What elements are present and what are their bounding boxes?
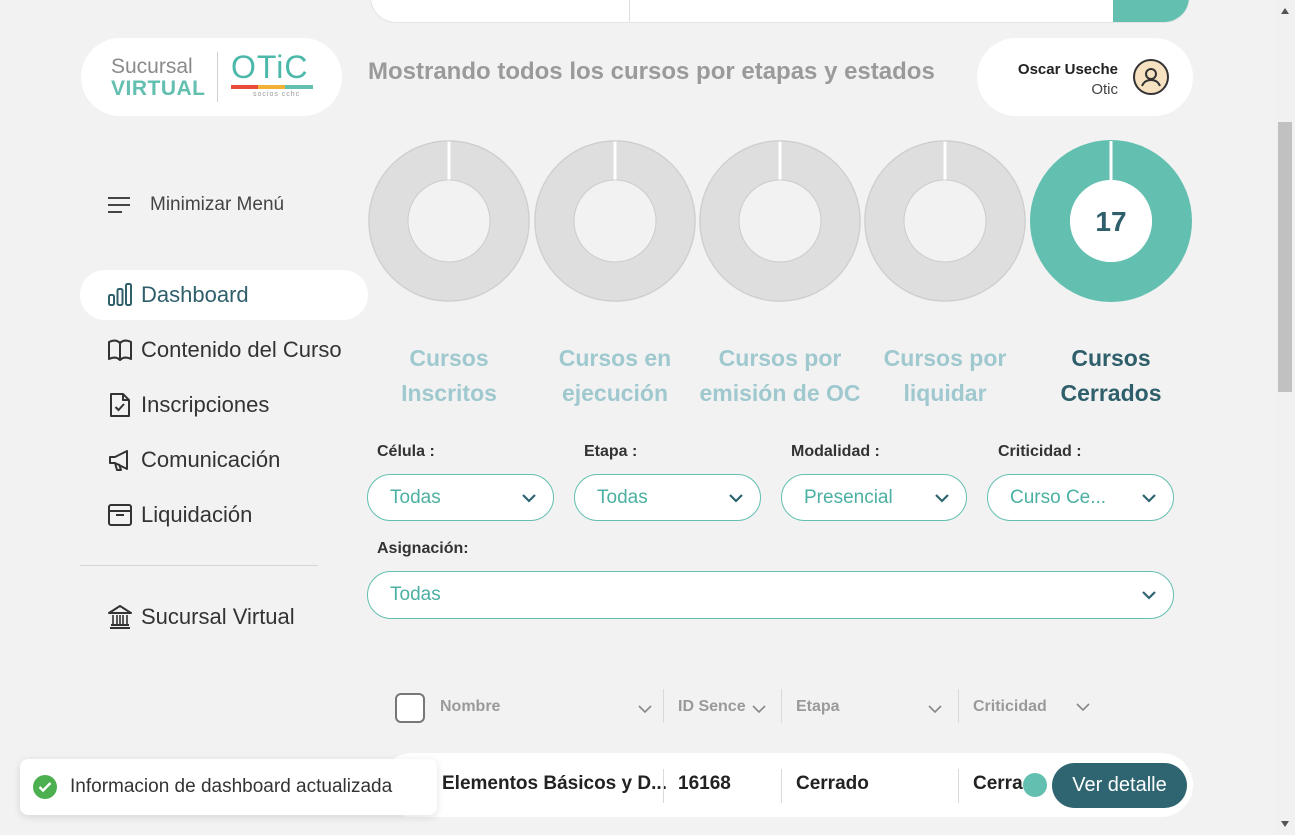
sidebar-divider (80, 565, 318, 566)
chevron-down-icon (522, 494, 536, 503)
logo-virtual-text: VIRTUAL (111, 77, 206, 100)
bank-icon (108, 605, 132, 629)
donut-cursos-por-emision-oc[interactable] (699, 140, 861, 302)
filter-label-criticidad: Criticidad : (998, 443, 1082, 460)
scroll-up-arrow-icon[interactable] (1281, 8, 1289, 14)
sidebar-item-contenido-del-curso[interactable]: Contenido del Curso (80, 325, 368, 375)
file-check-icon (110, 393, 130, 417)
sidebar-item-label: Sucursal Virtual (141, 604, 295, 629)
column-divider (781, 689, 782, 723)
logo-divider (217, 52, 218, 102)
logo-tagline: socios cchc (253, 91, 301, 98)
cell-divider (781, 769, 782, 803)
chevron-down-icon (1142, 494, 1156, 503)
sidebar-item-label: Dashboard (141, 282, 249, 307)
minimize-menu-label: Minimizar Menú (150, 194, 285, 215)
asignacion-select-value: Todas (390, 584, 441, 605)
cell-divider (663, 769, 664, 803)
sidebar-item-label: Comunicación (141, 447, 281, 472)
filter-label-asignacion: Asignación: (377, 540, 469, 557)
check-circle-icon (33, 775, 57, 799)
logo-otic-text: OTiC (231, 49, 309, 85)
sidebar-item-liquidacion[interactable]: Liquidación (80, 490, 368, 540)
column-divider (958, 689, 959, 723)
column-divider (663, 689, 664, 723)
sidebar-item-dashboard[interactable]: Dashboard (80, 270, 368, 320)
etapa-select[interactable]: Todas (574, 474, 761, 521)
cell-etapa: Cerrado (796, 773, 869, 794)
column-header-id-sence[interactable]: ID Sence (678, 698, 746, 720)
criticidad-select[interactable]: Curso Ce... (987, 474, 1174, 521)
stage-label-cerrados[interactable]: Cursos Cerrados (1011, 341, 1211, 411)
sidebar-item-inscripciones[interactable]: Inscripciones (80, 380, 368, 430)
sidebar-item-label: Inscripciones (141, 392, 270, 417)
filter-label-modalidad: Modalidad : (791, 443, 880, 460)
brand-logo[interactable]: Sucursal VIRTUAL OTiC socios cchc (81, 38, 342, 116)
hamburger-menu-icon (108, 197, 130, 213)
scroll-down-arrow-icon[interactable] (1281, 821, 1289, 827)
etapa-select-value: Todas (597, 486, 648, 508)
search-bar-divider (629, 0, 630, 22)
donut-cursos-en-ejecucion[interactable] (534, 140, 696, 302)
modalidad-select[interactable]: Presencial (781, 474, 967, 521)
sidebar-item-sucursal-virtual[interactable]: Sucursal Virtual (80, 592, 368, 642)
celula-select[interactable]: Todas (367, 474, 554, 521)
toast-notification: Informacion de dashboard actualizada (20, 759, 437, 815)
criticidad-select-value: Curso Ce... (1010, 486, 1107, 508)
donut-count: 17 (1095, 206, 1126, 237)
sort-chevron-icon[interactable] (751, 703, 767, 715)
chevron-down-icon (935, 494, 949, 503)
sort-chevron-icon[interactable] (1075, 701, 1091, 713)
cell-divider (958, 769, 959, 803)
donut-cursos-inscritos[interactable] (368, 140, 530, 302)
donut-cursos-por-liquidar[interactable] (864, 140, 1026, 302)
stage-label-line: Cerrados (1060, 380, 1162, 406)
user-avatar-icon[interactable] (1133, 59, 1169, 95)
page-title: Mostrando todos los cursos por etapas y … (368, 58, 935, 85)
scrollbar[interactable] (1275, 0, 1295, 835)
cell-nombre: Elementos Básicos y D... (442, 773, 667, 794)
filter-label-celula: Célula : (377, 443, 435, 460)
column-header-etapa[interactable]: Etapa (796, 698, 840, 720)
logo-sucursal-text: Sucursal (111, 55, 193, 78)
sort-chevron-icon[interactable] (637, 703, 653, 715)
user-profile-card[interactable]: Oscar Useche Otic (977, 38, 1193, 116)
megaphone-icon (109, 450, 128, 471)
cell-criticidad: Cerra (973, 773, 1023, 794)
scrollbar-thumb[interactable] (1278, 122, 1292, 392)
minimize-menu-button[interactable]: Minimizar Menú (107, 192, 284, 218)
user-name: Oscar Useche (1017, 61, 1118, 78)
sort-chevron-icon[interactable] (927, 703, 943, 715)
stage-label-line: Cursos (1071, 345, 1151, 371)
logo-color-bar (231, 85, 313, 89)
bar-chart-icon (108, 283, 132, 306)
donut-cursos-cerrados[interactable]: 17 (1030, 140, 1192, 302)
chevron-down-icon (729, 494, 743, 503)
book-icon (108, 339, 132, 361)
top-search-bar (370, 0, 1190, 23)
filter-label-etapa: Etapa : (584, 443, 638, 460)
column-header-nombre[interactable]: Nombre (440, 698, 500, 720)
toast-message: Informacion de dashboard actualizada (70, 776, 393, 797)
ver-detalle-button[interactable]: Ver detalle (1052, 763, 1187, 808)
sidebar-item-comunicacion[interactable]: Comunicación (80, 435, 368, 485)
search-button[interactable] (1113, 0, 1189, 22)
modalidad-select-value: Presencial (804, 486, 893, 508)
status-dot (1023, 773, 1047, 797)
select-all-checkbox[interactable] (395, 693, 425, 723)
column-header-criticidad[interactable]: Criticidad (973, 698, 1047, 720)
archive-icon (108, 504, 132, 526)
cell-id-sence: 16168 (678, 773, 731, 794)
sidebar-item-label: Liquidación (141, 502, 253, 527)
sidebar-item-label: Contenido del Curso (141, 337, 342, 362)
asignacion-select[interactable]: Todas (367, 571, 1174, 619)
user-organization: Otic (1091, 81, 1118, 98)
celula-select-value: Todas (390, 486, 441, 508)
chevron-down-icon (1142, 591, 1156, 600)
